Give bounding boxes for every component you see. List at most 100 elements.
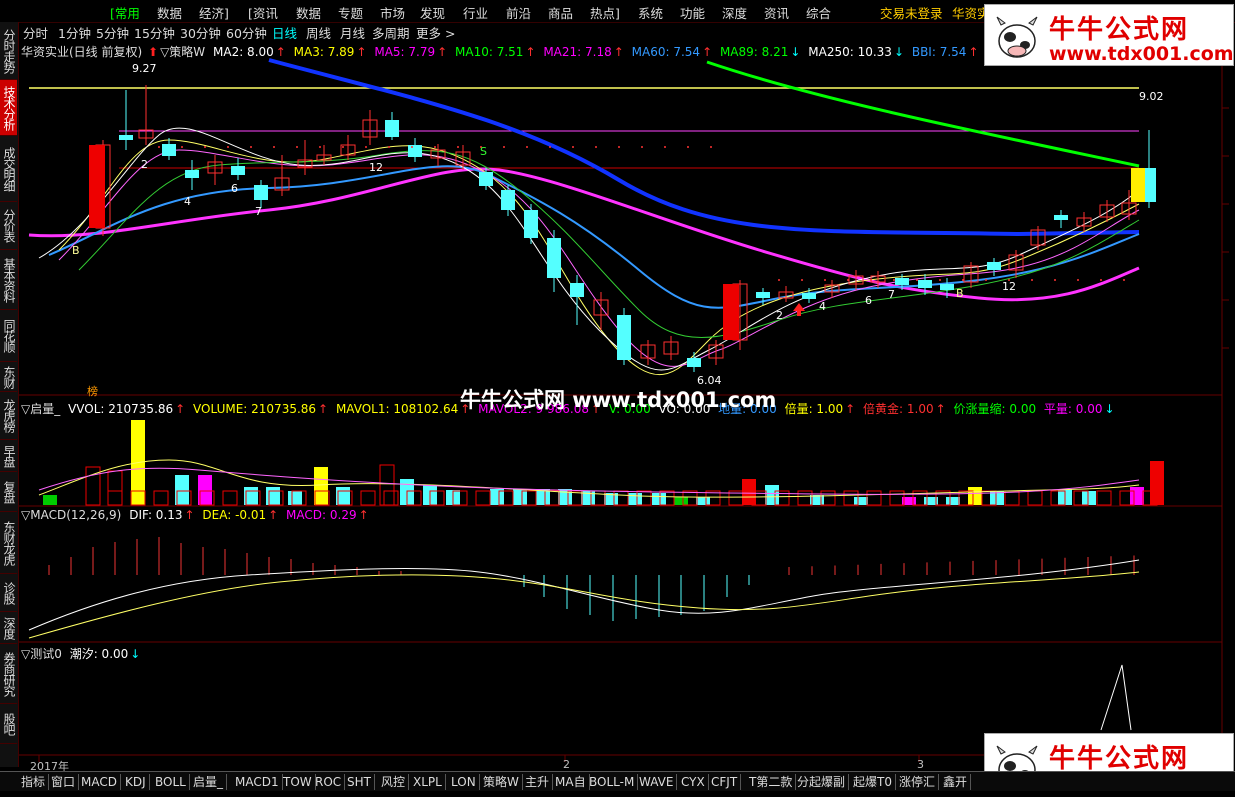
watermark-url: www.tdx001.com	[1049, 43, 1234, 65]
sidebar-item[interactable]: 东财龙虎	[0, 512, 17, 574]
top-menu-item[interactable]: 深度	[722, 3, 747, 22]
chart-signal-label: 4	[819, 300, 826, 313]
red-dot-marker	[158, 146, 160, 148]
sidebar-item-label: 同花顺	[2, 319, 16, 352]
top-menu-item[interactable]: 前沿	[506, 3, 531, 22]
candle-body	[547, 238, 561, 278]
candle-body	[385, 120, 399, 137]
legend-spacer	[123, 508, 127, 522]
sidebar-item[interactable]: 分时走势	[0, 22, 17, 80]
volume-bar	[379, 464, 395, 506]
indicator-tab[interactable]: 起爆T0	[850, 774, 896, 790]
top-menu-item[interactable]: 经济]	[199, 3, 229, 22]
indicator-tab[interactable]: MA自	[552, 774, 590, 790]
indicator-tab[interactable]: LON	[448, 774, 480, 790]
big-up-candle	[89, 145, 105, 228]
candle-body	[479, 172, 493, 186]
sidebar-item[interactable]: 技术分析	[0, 80, 17, 136]
top-menu-item[interactable]: 数据	[157, 3, 182, 22]
indicator-tab[interactable]: 涨停汇	[896, 774, 940, 790]
sidebar-item[interactable]: 券商研究	[0, 644, 17, 704]
indicator-tab[interactable]: 指标	[18, 774, 50, 790]
top-menu-item[interactable]: 专题	[338, 3, 363, 22]
top-menu-item[interactable]: 数据	[296, 3, 321, 22]
legend-title: ▽启量_	[21, 402, 61, 416]
indicator-tab[interactable]: TOW	[280, 774, 316, 790]
sidebar-item[interactable]: 诊股	[0, 574, 17, 612]
top-menu-item[interactable]: 资讯	[764, 3, 789, 22]
sidebar-item[interactable]: 龙虎榜	[0, 392, 17, 440]
indicator-tab[interactable]: KDJ	[122, 774, 150, 790]
top-menu-item[interactable]: 系统	[638, 3, 663, 22]
indicator-tab[interactable]: BOLL-M	[586, 774, 639, 790]
indicator-tab[interactable]: CFJT	[708, 774, 742, 790]
sidebar-item[interactable]: 成交明细	[0, 136, 17, 202]
red-dot-marker	[457, 146, 459, 148]
red-dot-marker	[824, 279, 826, 281]
indicator-tab[interactable]: 分起爆副	[794, 774, 850, 790]
chart-signal-label: 2	[141, 158, 148, 171]
top-menu-item[interactable]: 交易未登录	[880, 3, 943, 22]
red-dot-marker	[1031, 279, 1033, 281]
indicator-tab[interactable]: T第二款	[746, 774, 797, 790]
indicator-tab[interactable]: CYX	[678, 774, 709, 790]
macd-dea-line	[28, 571, 1140, 639]
red-dot-marker	[710, 146, 712, 148]
sidebar-item[interactable]: 东财	[0, 362, 17, 392]
up-arrow-icon: ↑	[702, 45, 713, 59]
ma5-line	[58, 149, 1140, 367]
watermark-title: 牛牛公式网	[1049, 744, 1190, 774]
up-arrow-icon: ↑	[613, 45, 624, 59]
top-menu-item[interactable]: 行业	[463, 3, 488, 22]
sidebar-item-label: 分价表	[2, 209, 16, 242]
candle-body	[501, 190, 515, 210]
top-menu-item[interactable]: 发现	[420, 3, 445, 22]
indicator-tab[interactable]: MACD	[78, 774, 121, 790]
volume-bar	[652, 493, 666, 505]
up-arrow-icon: ↑	[175, 402, 186, 416]
indicator-tab[interactable]: 启量_	[190, 774, 228, 790]
top-menu-item[interactable]: [资讯	[248, 3, 278, 22]
top-menu-item[interactable]: 商品	[548, 3, 573, 22]
indicator-tab[interactable]: SHT	[344, 774, 375, 790]
indicator-tab[interactable]: 主升	[522, 774, 554, 790]
indicator-tab[interactable]: WAVE	[636, 774, 678, 790]
sidebar-item[interactable]: 复盘	[0, 472, 17, 512]
top-menu-item[interactable]: [常用	[110, 3, 140, 22]
red-dot-marker	[595, 146, 597, 148]
legend-spacer	[449, 45, 453, 59]
sidebar-item[interactable]: 同花顺	[0, 310, 17, 362]
candle-body	[231, 166, 245, 175]
indicator-tab[interactable]: XLPL	[410, 774, 446, 790]
strategy-label[interactable]: ▽策略W	[160, 45, 205, 59]
red-dot-marker	[664, 146, 666, 148]
red-dot-marker	[939, 279, 941, 281]
red-dot-marker	[319, 146, 321, 148]
indicator-tab[interactable]: ROC	[312, 774, 346, 790]
indicator-tab[interactable]: 鑫开	[940, 774, 972, 790]
top-menu-item[interactable]: 热点]	[590, 3, 620, 22]
indicator-tab[interactable]: 策略W	[480, 774, 523, 790]
ma60-line	[48, 165, 1140, 309]
sidebar-item-label: 龙虎榜	[2, 399, 16, 432]
red-dot-marker	[526, 146, 528, 148]
sidebar-item[interactable]: 基本资料	[0, 250, 17, 310]
sidebar-item[interactable]: 早盘	[0, 440, 17, 472]
legend-spacer	[369, 45, 373, 59]
indicator-tab[interactable]: 风控	[378, 774, 410, 790]
volume-bar	[107, 470, 123, 506]
top-menu-item[interactable]: 功能	[680, 3, 705, 22]
indicator-tab[interactable]: 窗口	[48, 774, 80, 790]
top-menu-item[interactable]: 市场	[380, 3, 405, 22]
volume-bar	[854, 497, 868, 505]
indicator-tab[interactable]: BOLL	[152, 774, 190, 790]
sidebar-item[interactable]: 分价表	[0, 202, 17, 250]
indicator-tab[interactable]: MACD1	[232, 774, 283, 790]
sidebar-item-label: 东财	[2, 365, 16, 388]
top-menu-item[interactable]: 综合	[806, 3, 831, 22]
legend-value: VVOL: 210735.86	[68, 402, 174, 416]
volume-bar-outline	[475, 490, 491, 506]
sidebar-item-label: 东财龙虎	[2, 520, 16, 565]
sidebar-item[interactable]: 股吧	[0, 704, 17, 744]
sidebar-item[interactable]: 深度	[0, 612, 17, 644]
